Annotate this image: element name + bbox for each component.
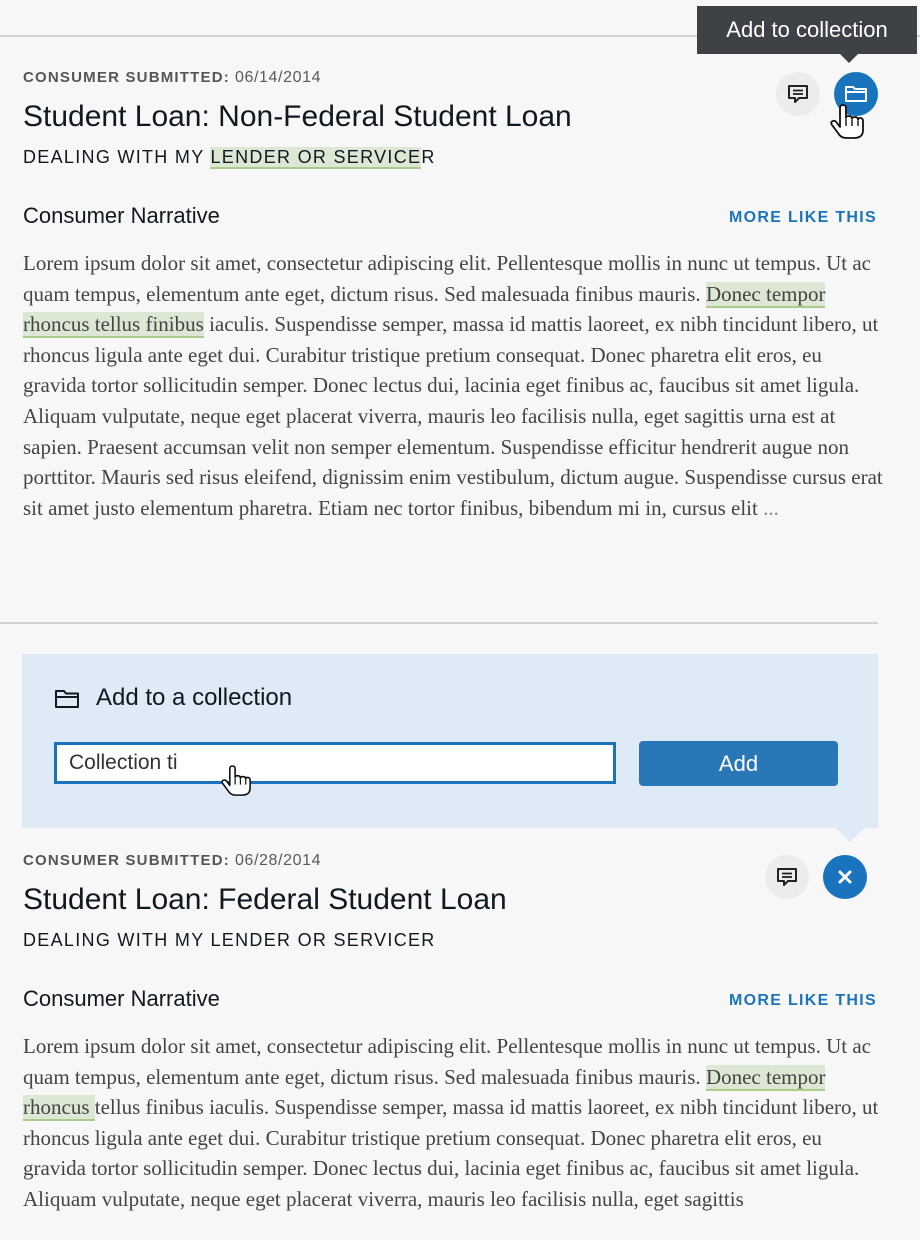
- submitted-meta: CONSUMER SUBMITTED: 06/28/2014: [23, 852, 321, 870]
- narrative-heading: Consumer Narrative: [23, 203, 220, 228]
- submitted-date: 06/14/2014: [235, 69, 322, 86]
- section-divider: [0, 622, 878, 624]
- narrative-after: iaculis. Suspendisse semper, massa id ma…: [23, 312, 883, 520]
- more-like-this-link[interactable]: MORE LIKE THIS: [729, 992, 877, 1010]
- add-to-collection-button[interactable]: [834, 72, 878, 116]
- issue-prefix: DEALING WITH MY: [23, 147, 211, 167]
- narrative-text: Lorem ipsum dolor sit amet, consectetur …: [23, 248, 883, 523]
- panel-title: Add to a collection: [96, 684, 293, 711]
- complaint-title: Student Loan: Federal Student Loan: [23, 883, 507, 916]
- narrative-text: Lorem ipsum dolor sit amet, consectetur …: [23, 1031, 883, 1215]
- more-like-this-link[interactable]: MORE LIKE THIS: [729, 209, 877, 227]
- narrative-after: tellus finibus iaculis. Suspendisse semp…: [23, 1095, 879, 1211]
- comment-icon: [777, 868, 797, 886]
- comment-button[interactable]: [765, 855, 809, 899]
- submitted-date: 06/28/2014: [235, 852, 322, 869]
- close-collection-button[interactable]: [823, 855, 867, 899]
- comment-icon: [788, 85, 808, 103]
- issue-suffix: R: [421, 147, 436, 167]
- collection-title-input[interactable]: [54, 742, 616, 784]
- add-button[interactable]: Add: [639, 741, 838, 786]
- issue-highlight: LENDER OR SERVICE: [210, 147, 422, 169]
- close-icon: [838, 870, 852, 884]
- complaint-title: Student Loan: Non-Federal Student Loan: [23, 100, 572, 133]
- submitted-label: CONSUMER SUBMITTED:: [23, 69, 230, 86]
- add-to-collection-panel: Add to a collection Add: [22, 654, 878, 842]
- complaint-issue: DEALING WITH MY LENDER OR SERVICER: [23, 147, 436, 169]
- comment-button[interactable]: [776, 72, 820, 116]
- narrative-ellipsis[interactable]: ...: [763, 496, 779, 520]
- submitted-label: CONSUMER SUBMITTED:: [23, 852, 230, 869]
- folder-icon: [55, 690, 79, 708]
- add-to-collection-tooltip: Add to collection: [697, 6, 917, 63]
- complaint-issue: DEALING WITH MY LENDER OR SERVICER: [23, 930, 436, 950]
- submitted-meta: CONSUMER SUBMITTED: 06/14/2014: [23, 69, 321, 87]
- narrative-heading: Consumer Narrative: [23, 986, 220, 1011]
- folder-icon: [845, 86, 867, 102]
